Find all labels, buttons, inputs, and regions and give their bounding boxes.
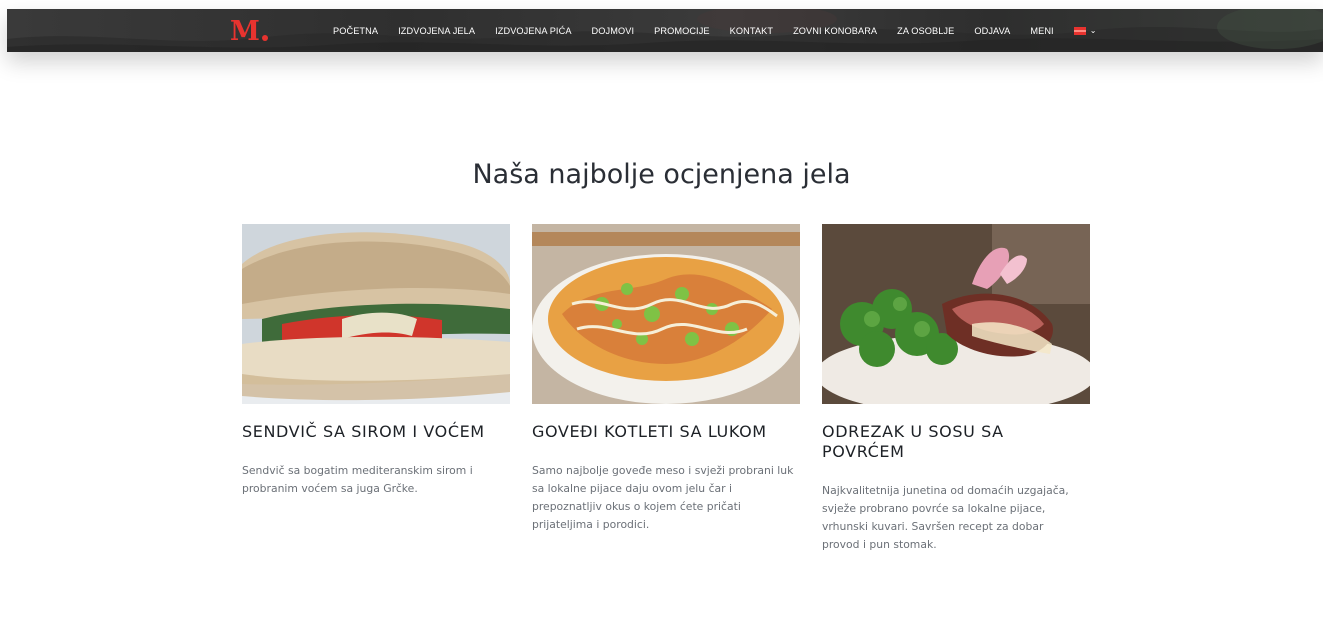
nav-item-zovni-konobara[interactable]: ZOVNI KONOBARA — [793, 26, 877, 36]
dish-description: Najkvalitetnija junetina od domaćih uzga… — [822, 484, 1069, 551]
dish-description: Sendvič sa bogatim mediteranskim sirom i… — [242, 464, 473, 495]
nav-item-odjava[interactable]: ODJAVA — [974, 26, 1010, 36]
dish-name: SENDVIČ SA SIROM I VOĆEM — [242, 422, 485, 441]
flag-icon — [1073, 26, 1086, 35]
nav-item-meni[interactable]: MENI — [1030, 26, 1053, 36]
nav-item-izdvojena-pica[interactable]: IZDVOJENA PIĆA — [495, 26, 571, 36]
logo-text: M — [230, 15, 260, 47]
dish-name: ODREZAK U SOSU SA POVRĆEM — [822, 422, 1004, 461]
nav-item-pocetna[interactable]: POČETNA — [333, 26, 378, 36]
main-navigation: POČETNA IZDVOJENA JELA IZDVOJENA PIĆA DO… — [333, 9, 1097, 52]
nav-item-izdvojena-jela[interactable]: IZDVOJENA JELA — [398, 26, 475, 36]
section-title: Naša najbolje ocjenjena jela — [472, 159, 851, 191]
noodle-bowl-image — [532, 224, 800, 404]
brand-logo[interactable]: M — [230, 15, 268, 47]
dish-card: ODREZAK U SOSU SA POVRĆEM Najkvalitetnij… — [822, 224, 1090, 554]
dish-name: GOVEĐI KOTLETI SA LUKOM — [532, 422, 767, 441]
language-selector[interactable]: ⌄ — [1073, 26, 1097, 35]
dish-card: SENDVIČ SA SIROM I VOĆEM Sendvič sa boga… — [242, 224, 510, 498]
dish-card: GOVEĐI KOTLETI SA LUKOM Samo najbolje go… — [532, 224, 800, 534]
dish-description: Samo najbolje goveđe meso i svježi probr… — [532, 464, 794, 531]
top-navbar: M POČETNA IZDVOJENA JELA IZDVOJENA PIĆA … — [7, 9, 1323, 52]
chevron-down-icon: ⌄ — [1089, 26, 1097, 35]
nav-item-kontakt[interactable]: KONTAKT — [730, 26, 773, 36]
logo-dot — [261, 35, 268, 41]
nav-item-promocije[interactable]: PROMOCIJE — [654, 26, 710, 36]
sandwich-image — [242, 224, 510, 404]
steak-image — [822, 224, 1090, 404]
nav-item-dojmovi[interactable]: DOJMOVI — [592, 26, 635, 36]
nav-item-za-osoblje[interactable]: ZA OSOBLJE — [897, 26, 954, 36]
